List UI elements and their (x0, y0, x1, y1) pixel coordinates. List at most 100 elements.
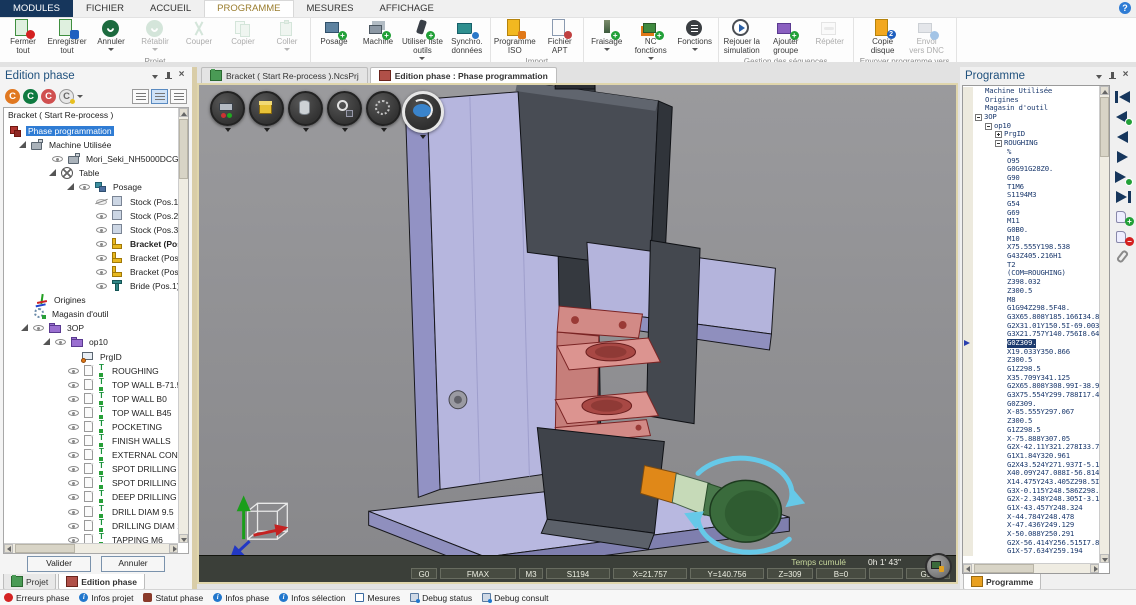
eye-icon[interactable] (79, 181, 92, 193)
scroll-down-icon[interactable] (179, 534, 188, 543)
eye-icon[interactable] (68, 393, 81, 405)
eye-icon[interactable] (68, 379, 81, 391)
panel-tab[interactable]: Projet (3, 574, 56, 590)
gcode-line[interactable]: G3X-0.115Y248.586Z298. (963, 487, 1099, 496)
gcode-line[interactable]: Z300.5 (963, 417, 1099, 426)
horizontal-scrollbar[interactable] (4, 543, 178, 553)
valider-button[interactable]: Valider (27, 556, 91, 572)
status-item[interactable]: Infos phase (213, 593, 269, 603)
remove-sequence-button[interactable] (1112, 227, 1134, 246)
gcode-line[interactable]: O95 (963, 157, 1099, 166)
gcode-line[interactable]: X-75.888Y307.05 (963, 435, 1099, 444)
tree-toggle-icon[interactable] (975, 114, 982, 121)
eye-icon[interactable] (68, 534, 81, 543)
gcode-line[interactable]: Z300.5 (963, 356, 1099, 365)
gcode-line[interactable]: G0B0. (963, 226, 1099, 235)
tree-item[interactable]: FINISH WALLS (4, 434, 178, 448)
gcode-line[interactable]: X40.09Y247.088I-56.814 (963, 469, 1099, 478)
document-tab[interactable]: Bracket ( Start Re-process ).NcsPrj (201, 67, 368, 83)
ribbon-button[interactable]: Copier (221, 18, 265, 56)
scroll-up-icon[interactable] (1100, 86, 1109, 95)
eye-icon[interactable] (96, 252, 109, 264)
gcode-line[interactable]: G1X-43.457Y248.324 (963, 504, 1099, 513)
status-item[interactable]: Infos projet (79, 593, 133, 603)
gcode-line[interactable]: G1Z298.5 (963, 365, 1099, 374)
eye-icon[interactable] (68, 520, 81, 532)
exp-icon[interactable] (42, 336, 52, 348)
tree-toggle-icon[interactable] (995, 131, 1002, 138)
gcode-line[interactable]: S1194M3 (963, 191, 1099, 200)
scroll-left-icon[interactable] (4, 544, 13, 553)
tree-item[interactable]: TOP WALL B0 (4, 392, 178, 406)
ribbon-tab[interactable]: MESURES (294, 0, 367, 17)
gcode-line[interactable]: M10 (963, 235, 1099, 244)
gcode-line[interactable]: M11 (963, 217, 1099, 226)
ribbon-tab[interactable]: PROGRAMME (204, 0, 293, 17)
horizontal-scrollbar[interactable] (963, 563, 1099, 573)
gcode-line[interactable]: G0Z309. (963, 339, 1099, 348)
gcode-line[interactable]: X-44.784Y248.478 (963, 513, 1099, 522)
gcode-line[interactable]: X-50.088Y250.291 (963, 530, 1099, 539)
ribbon-tab[interactable]: AFFICHAGE (367, 0, 447, 17)
gcode-line[interactable]: 3OP (963, 113, 1099, 122)
ribbon-tab[interactable]: MODULES (0, 0, 73, 17)
status-item[interactable]: Statut phase (143, 593, 203, 603)
gcode-line[interactable]: % (963, 148, 1099, 157)
ribbon-tab[interactable]: FICHIER (73, 0, 137, 17)
dropdown-arrow-icon[interactable] (77, 95, 83, 98)
eye-icon[interactable] (68, 491, 81, 503)
gcode-line[interactable]: X35.709Y341.125 (963, 374, 1099, 383)
tree-item[interactable]: EXTERNAL CONTOURNI (4, 448, 178, 462)
scrollbar-thumb[interactable] (15, 544, 75, 553)
scroll-right-icon[interactable] (1090, 564, 1099, 573)
tree-item[interactable]: POCKETING (4, 420, 178, 434)
scrollbar-thumb[interactable] (974, 564, 1034, 573)
gcode-line[interactable]: G1G94Z298.5F48. (963, 304, 1099, 313)
eye-icon[interactable] (96, 280, 109, 292)
ribbon-button[interactable]: Utiliser liste outils (400, 18, 445, 60)
ribbon-button[interactable]: Rejouer la simulation (720, 18, 764, 56)
ribbon-button[interactable]: Annuler (89, 18, 133, 56)
ribbon-button[interactable]: NC fonctions (629, 18, 673, 60)
scroll-down-icon[interactable] (1100, 554, 1109, 563)
vertical-scrollbar[interactable] (178, 108, 188, 543)
ribbon-button[interactable]: Fichier APT (538, 18, 582, 56)
gcode-line[interactable]: (COM=ROUGHING) (963, 269, 1099, 278)
tree-item[interactable]: Mori_Seki_NH5000DCG (4, 152, 178, 166)
eye-icon[interactable] (68, 421, 81, 433)
gcode-line[interactable]: Z300.5 (963, 287, 1099, 296)
gcode-line[interactable]: T1M6 (963, 183, 1099, 192)
gcode-line[interactable]: G43Z405.216H1 (963, 252, 1099, 261)
refresh-tree-button[interactable] (41, 89, 56, 104)
tree-item[interactable]: Bracket (Pos.3) (4, 265, 178, 279)
tree-item[interactable]: DRILLING DIAM 10 (4, 519, 178, 533)
gcode-line[interactable]: G0G91G28Z0. (963, 165, 1099, 174)
3d-viewport[interactable]: Temps cumulé 0h 1' 43" G0FMAXM3S1194X=21… (197, 83, 958, 584)
gcode-line[interactable]: PrgID (963, 130, 1099, 139)
gcode-line[interactable]: G2X31.01Y150.5I-69.003 (963, 322, 1099, 331)
gcode-line[interactable]: X19.033Y350.866 (963, 348, 1099, 357)
tree-item[interactable]: Posage (4, 180, 178, 194)
gcode-line[interactable]: G1Z298.5 (963, 426, 1099, 435)
gcode-line[interactable]: op10 (963, 122, 1099, 131)
gcode-line[interactable]: G3X65.808Y185.166I34.8 (963, 313, 1099, 322)
gcode-line[interactable]: G2X65.808Y308.99I-38.9 (963, 382, 1099, 391)
tree-item[interactable]: 3OP (4, 321, 178, 335)
tree-item[interactable]: TOP WALL B-71.565 (4, 378, 178, 392)
ribbon-button[interactable]: Fraisage (585, 18, 629, 60)
tree-item[interactable]: DRILL DIAM 9.5 (4, 505, 178, 519)
tree-item[interactable]: DEEP DRILLING DIAM 5 (4, 490, 178, 504)
scrollbar-thumb[interactable] (1100, 97, 1109, 157)
gcode-line[interactable]: G69 (963, 209, 1099, 218)
tree-item[interactable]: Machine Utilisée (4, 138, 178, 152)
ribbon-button[interactable]: Coller (265, 18, 309, 56)
go-to-start-button[interactable] (1112, 87, 1134, 106)
zoom-button[interactable] (326, 91, 363, 132)
exp-icon[interactable] (20, 322, 30, 334)
ribbon-button[interactable]: Répéter (808, 18, 852, 56)
tree-item[interactable]: Bride (Pos.1) (4, 279, 178, 293)
eye-icon[interactable] (96, 266, 109, 278)
dropdown-arrow-icon[interactable] (225, 128, 231, 132)
play-button[interactable] (1112, 147, 1134, 166)
gcode-line[interactable]: G3X75.554Y299.788I17.4 (963, 391, 1099, 400)
